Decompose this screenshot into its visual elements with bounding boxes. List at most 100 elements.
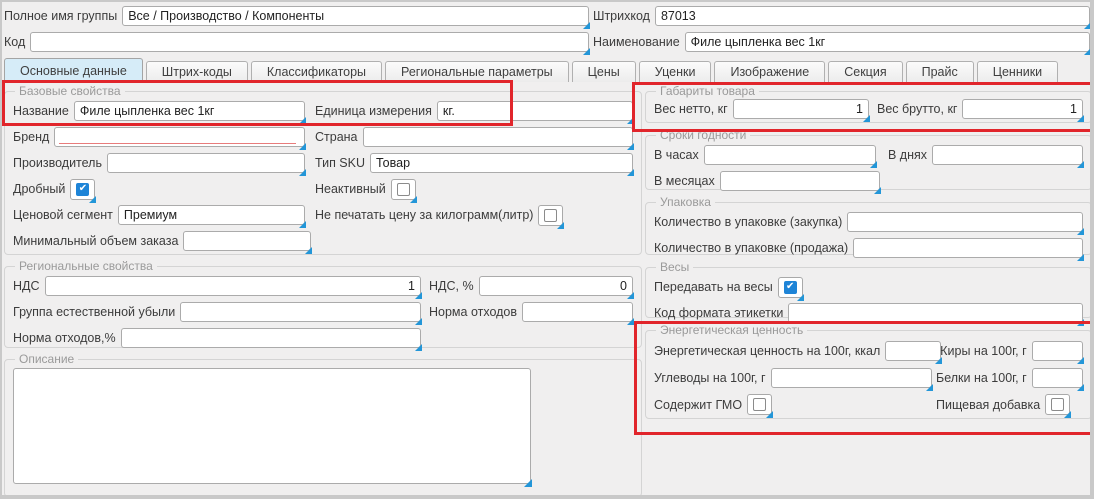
tab-classifiers[interactable]: Классификаторы bbox=[251, 61, 382, 82]
manufacturer-label: Производитель bbox=[13, 156, 102, 170]
no-price-per-kg-checkbox[interactable]: ✔ bbox=[538, 205, 563, 226]
group-description-title: Описание bbox=[15, 352, 78, 366]
fractional-checkbox[interactable]: ✔ bbox=[70, 179, 95, 200]
food-additive-checkbox[interactable]: ✔ bbox=[1045, 394, 1070, 415]
code-label: Код bbox=[4, 35, 25, 49]
waste-rate-percent-input[interactable] bbox=[121, 328, 421, 348]
shelf-months-label: В месяцах bbox=[654, 174, 715, 188]
group-packaging-title: Упаковка bbox=[656, 195, 715, 209]
gmo-label: Содержит ГМО bbox=[654, 398, 742, 412]
fats-input[interactable] bbox=[1032, 341, 1083, 361]
product-name-field: Наименование bbox=[593, 31, 1090, 53]
vat-percent-input[interactable] bbox=[479, 276, 633, 296]
proteins-input[interactable] bbox=[1032, 368, 1083, 388]
shelf-hours-label: В часах bbox=[654, 148, 699, 162]
inactive-label: Неактивный bbox=[315, 182, 386, 196]
tab-prices[interactable]: Цены bbox=[572, 61, 636, 82]
group-regional-properties: Региональные свойства НДС НДС, % Группа … bbox=[4, 259, 642, 348]
full-group-name-label: Полное имя группы bbox=[4, 9, 117, 23]
inactive-checkbox[interactable]: ✔ bbox=[391, 179, 416, 200]
description-textarea[interactable] bbox=[13, 368, 531, 484]
tab-barcodes[interactable]: Штрих-коды bbox=[146, 61, 248, 82]
shelf-months-input[interactable] bbox=[720, 171, 880, 191]
right-column: Габариты товара Вес нетто, кг Вес брутто… bbox=[645, 84, 1092, 419]
sku-type-input[interactable] bbox=[370, 153, 633, 173]
natural-loss-group-input[interactable] bbox=[180, 302, 421, 322]
code-field: Код bbox=[4, 31, 589, 53]
tab-price-list[interactable]: Прайс bbox=[906, 61, 974, 82]
unit-label: Единица измерения bbox=[315, 104, 432, 118]
send-to-scales-label: Передавать на весы bbox=[654, 280, 773, 294]
vat-label: НДС bbox=[13, 279, 40, 293]
gmo-checkbox[interactable]: ✔ bbox=[747, 394, 772, 415]
label-format-code-input[interactable] bbox=[788, 303, 1083, 323]
tab-markdowns[interactable]: Уценки bbox=[639, 61, 712, 82]
check-icon: ✔ bbox=[397, 183, 410, 196]
label-format-code-label: Код формата этикетки bbox=[654, 306, 783, 320]
tab-price-tags[interactable]: Ценники bbox=[977, 61, 1058, 82]
fats-label: Жиры на 100г, г bbox=[936, 344, 1027, 358]
tab-main-data[interactable]: Основные данные bbox=[4, 58, 143, 82]
group-energy: Энергетическая ценность Энергетическая ц… bbox=[645, 323, 1092, 419]
energy-value-input[interactable] bbox=[885, 341, 941, 361]
barcode-field: Штрихкод bbox=[593, 5, 1090, 27]
group-dimensions-title: Габариты товара bbox=[656, 84, 759, 98]
unit-input[interactable] bbox=[437, 101, 633, 121]
group-dimensions: Габариты товара Вес нетто, кг Вес брутто… bbox=[645, 84, 1092, 123]
check-icon: ✔ bbox=[1051, 398, 1064, 411]
shelf-hours-input[interactable] bbox=[704, 145, 876, 165]
waste-rate-input[interactable] bbox=[522, 302, 633, 322]
net-weight-label: Вес нетто, кг bbox=[654, 102, 728, 116]
check-icon: ✔ bbox=[784, 281, 797, 294]
shelf-days-input[interactable] bbox=[932, 145, 1083, 165]
min-order-volume-input[interactable] bbox=[183, 231, 311, 251]
no-price-per-kg-label: Не печатать цену за килограмм(литр) bbox=[315, 208, 533, 222]
brand-input[interactable] bbox=[54, 127, 305, 147]
name-label: Название bbox=[13, 104, 69, 118]
country-input[interactable] bbox=[363, 127, 633, 147]
product-card-window: Полное имя группы Штрихкод Код Наименова… bbox=[0, 0, 1094, 499]
pack-purchase-qty-label: Количество в упаковке (закупка) bbox=[654, 215, 842, 229]
brand-label: Бренд bbox=[13, 130, 49, 144]
pack-sale-qty-label: Количество в упаковке (продажа) bbox=[654, 241, 848, 255]
tab-image[interactable]: Изображение bbox=[714, 61, 825, 82]
carbs-input[interactable] bbox=[771, 368, 932, 388]
price-segment-input[interactable] bbox=[118, 205, 305, 225]
energy-value-label: Энергетическая ценность на 100г, ккал bbox=[654, 344, 880, 358]
group-regional-properties-title: Региональные свойства bbox=[15, 259, 157, 273]
waste-rate-label: Норма отходов bbox=[429, 305, 517, 319]
vat-percent-label: НДС, % bbox=[429, 279, 474, 293]
product-name-input[interactable] bbox=[685, 32, 1090, 52]
waste-rate-percent-label: Норма отходов,% bbox=[13, 331, 116, 345]
pack-sale-qty-input[interactable] bbox=[853, 238, 1083, 258]
product-name-label: Наименование bbox=[593, 35, 680, 49]
group-packaging: Упаковка Количество в упаковке (закупка)… bbox=[645, 195, 1092, 255]
food-additive-label: Пищевая добавка bbox=[936, 398, 1040, 412]
check-icon: ✔ bbox=[544, 209, 557, 222]
name-input[interactable] bbox=[74, 101, 305, 121]
tab-section[interactable]: Секция bbox=[828, 61, 902, 82]
pack-purchase-qty-input[interactable] bbox=[847, 212, 1083, 232]
group-energy-title: Энергетическая ценность bbox=[656, 323, 807, 337]
shelf-days-label: В днях bbox=[888, 148, 927, 162]
barcode-input[interactable] bbox=[655, 6, 1090, 26]
manufacturer-input[interactable] bbox=[107, 153, 305, 173]
fractional-label: Дробный bbox=[13, 182, 65, 196]
send-to-scales-checkbox[interactable]: ✔ bbox=[778, 277, 803, 298]
code-input[interactable] bbox=[30, 32, 589, 52]
tab-regional-params[interactable]: Региональные параметры bbox=[385, 61, 569, 82]
group-shelf-life-title: Сроки годности bbox=[656, 128, 750, 142]
net-weight-input[interactable] bbox=[733, 99, 869, 119]
check-icon: ✔ bbox=[76, 183, 89, 196]
group-basic-properties: Базовые свойства Название Единица измере… bbox=[4, 84, 642, 255]
barcode-label: Штрихкод bbox=[593, 9, 650, 23]
group-shelf-life: Сроки годности В часах В днях В месяцах bbox=[645, 128, 1092, 190]
full-group-name-input[interactable] bbox=[122, 6, 589, 26]
gross-weight-input[interactable] bbox=[962, 99, 1083, 119]
group-basic-properties-title: Базовые свойства bbox=[15, 84, 125, 98]
left-column: Базовые свойства Название Единица измере… bbox=[4, 84, 642, 497]
full-group-name-field: Полное имя группы bbox=[4, 5, 589, 27]
vat-input[interactable] bbox=[45, 276, 421, 296]
price-segment-label: Ценовой сегмент bbox=[13, 208, 113, 222]
group-scales-title: Весы bbox=[656, 260, 693, 274]
